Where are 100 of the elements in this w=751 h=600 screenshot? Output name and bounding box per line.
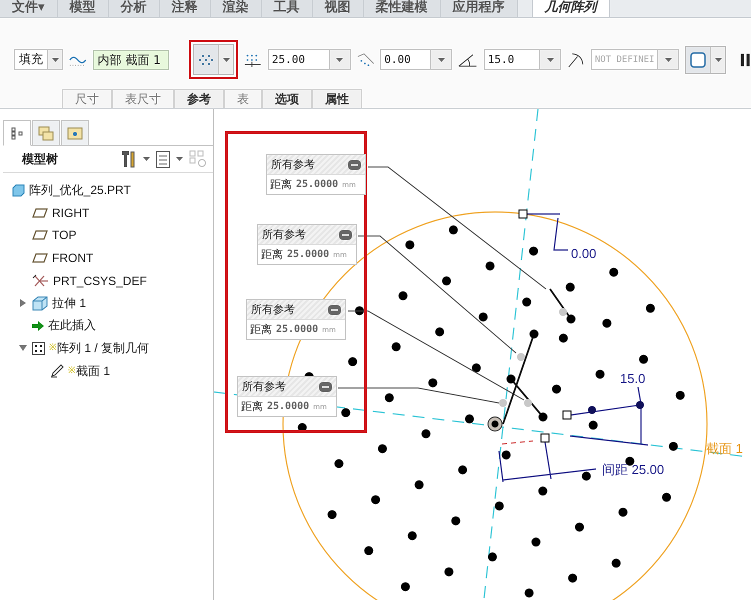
distance-value[interactable]: 25.0000 [296,179,338,190]
ribbon-tab[interactable]: 几何阵列 [532,0,610,17]
ribbon-tab[interactable]: 模型 [58,0,109,17]
ribbon-tab[interactable]: 文件▾ [0,0,58,17]
ribbon-tab[interactable]: 注释 [160,0,211,17]
tree-item[interactable]: PRT_CSYS_DEF [53,274,147,288]
pattern-point [435,327,444,336]
pattern-point [414,480,424,490]
ribbon-tab[interactable]: 视图 [312,0,364,17]
pattern-point [646,304,655,313]
tree-item[interactable]: 拉伸 1 [52,294,86,312]
pattern-point [602,318,612,328]
caret-icon [664,58,672,62]
pattern-point [639,354,648,364]
sidebar-tab[interactable] [3,120,31,146]
pattern-point [488,552,497,562]
tree-item[interactable]: RIGHT [52,206,90,220]
drag-handle[interactable] [540,434,550,442]
pattern-point [478,312,488,322]
angle-field[interactable]: 15.0 [484,49,562,70]
pattern-point [341,408,350,418]
ribbon-tab[interactable]: 应用程序 [440,0,518,17]
section-label: 截面 1 [706,441,743,456]
callout-label: 距离 [241,399,263,414]
ribbon-tab[interactable]: 分析 [108,0,160,17]
collapse-arrow-icon[interactable] [19,344,27,352]
pattern-point [529,246,538,256]
pattern-point [348,357,358,366]
angle-icon [458,52,478,68]
pattern-point [354,306,364,316]
distance-value[interactable]: 25.0000 [287,249,330,260]
dots-icon [199,54,214,66]
panel-tab[interactable]: 选项 [262,89,312,108]
dimension-label[interactable]: 0.00 [571,246,596,261]
callout-label: 距离 [261,247,283,262]
drag-handle[interactable] [518,210,528,218]
arrow-icon [32,320,44,331]
pattern-point [612,558,621,568]
spacing-icon [244,52,262,68]
ribbon-tab[interactable]: 工具 [262,0,313,17]
panel-tab[interactable]: 参考 [174,89,224,108]
pattern-point [444,567,454,576]
tree-item[interactable]: 截面 1 [76,362,110,380]
expand-arrow-icon[interactable] [19,299,27,308]
list-icon[interactable] [156,150,170,168]
tree-item[interactable]: FRONT [52,251,94,266]
offset-field[interactable]: 0.00 [380,49,452,70]
drag-handle[interactable] [562,410,572,420]
callout-label: 距离 [270,177,292,192]
pattern-point [618,508,628,517]
pattern-point [596,370,605,379]
pattern-point [408,531,417,540]
callout-title: 所有参考 [251,302,295,317]
pattern-point [522,298,532,307]
reference-field[interactable]: 内部 截面 1 [92,50,170,70]
plane-icon [32,208,48,218]
part-icon [12,184,25,197]
plane-icon [32,253,48,264]
dimension-label[interactable]: 15.0 [620,371,646,386]
pattern-point [502,450,511,460]
dimension-label[interactable]: 间距 25.00 [602,462,664,477]
collapse-icon[interactable] [348,160,361,170]
square-icon [690,52,706,68]
pattern-point [494,501,504,510]
pattern-point [451,516,460,526]
pattern-point [442,276,452,286]
reference-line [502,440,534,444]
ribbon-tab[interactable]: 渲染 [210,0,262,17]
tree-item[interactable]: 阵列_优化_25.PRT [29,182,131,199]
tree-item[interactable]: TOP [52,228,76,242]
type-dropdown[interactable]: 填充 [14,49,63,70]
tools-icon[interactable] [121,150,137,168]
caret-icon [143,157,150,161]
collapse-icon[interactable] [319,382,332,392]
spacing-field[interactable]: 25.00 [268,49,351,70]
tree-item[interactable]: 在此插入 [48,317,96,334]
caret-icon [52,58,58,62]
tree-item[interactable]: 阵列 1 / 复制几何 [57,340,150,357]
ribbon-tab[interactable]: 柔性建模 [364,0,441,17]
callout-title: 所有参考 [262,227,306,242]
pattern-point [582,472,591,481]
distance-value[interactable]: 25.0000 [267,401,310,412]
pattern-point [676,390,685,400]
collapse-icon[interactable] [339,230,352,240]
collapse-icon[interactable] [328,304,341,314]
display-toggle-button[interactable] [685,46,726,74]
pattern-point [298,423,307,432]
pattern-point [531,538,540,546]
panel-title: 模型树 [22,150,59,168]
distance-value[interactable]: 25.0000 [276,324,318,335]
pattern-point [364,546,374,556]
coordinate-system-icon [32,274,49,288]
pattern-point [384,393,394,402]
caret-icon [546,58,554,62]
callout-label: 距离 [250,322,272,337]
pattern-point [458,465,468,474]
panel-tab[interactable]: 属性 [312,89,362,108]
pattern-point [524,588,534,598]
pause-icon[interactable] [740,52,751,66]
pattern-point [588,420,598,430]
